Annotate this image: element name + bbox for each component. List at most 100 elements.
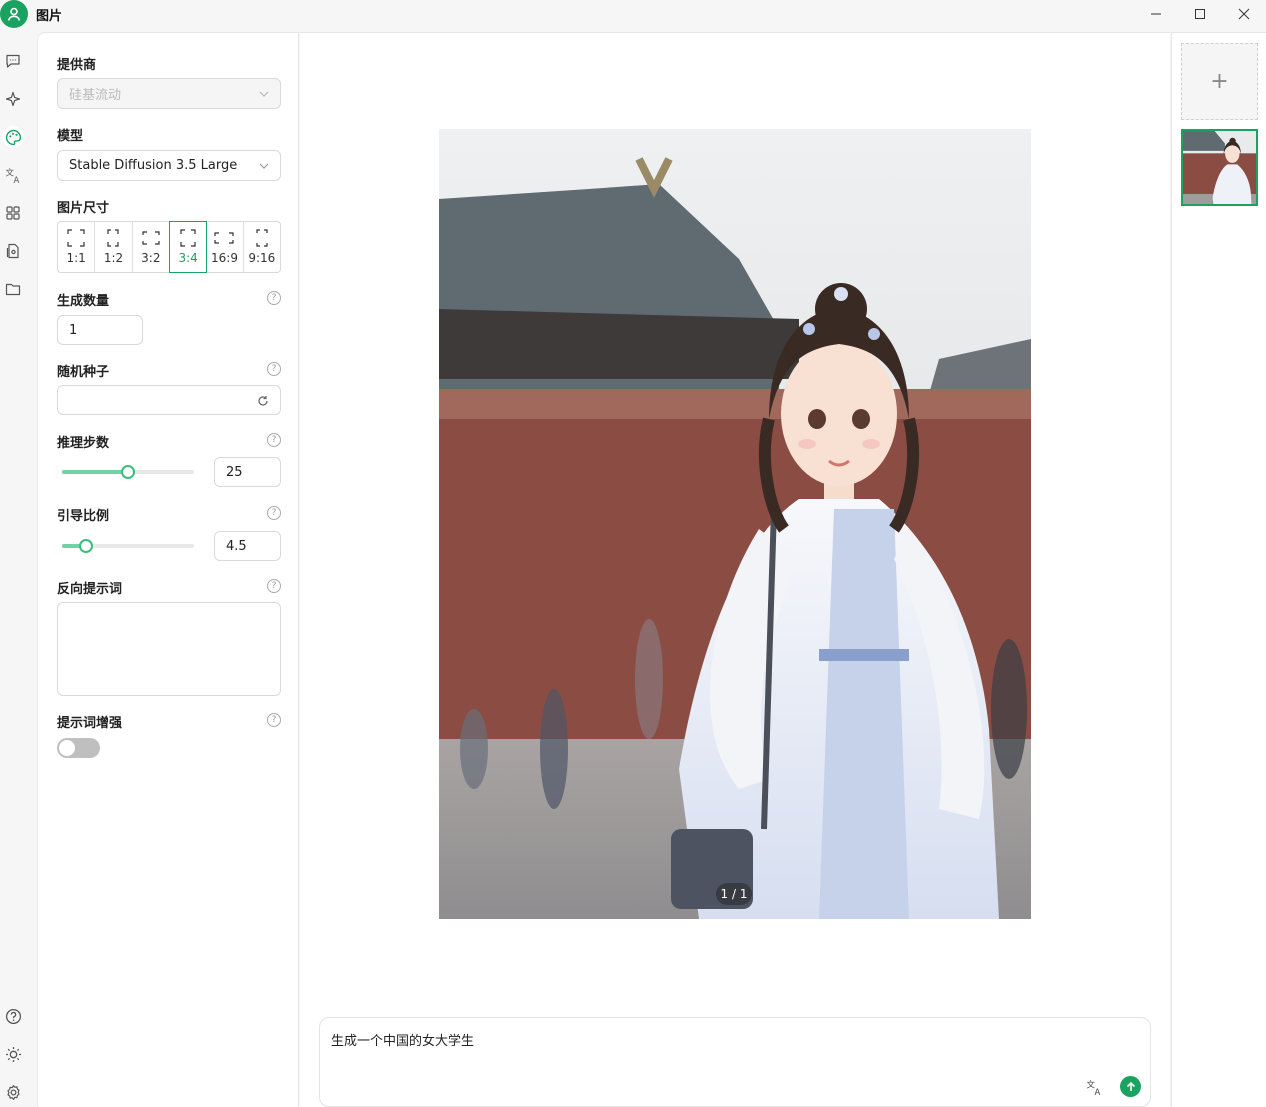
- minimize-button[interactable]: [1134, 0, 1178, 28]
- prompt-enhance-toggle[interactable]: [57, 738, 100, 758]
- refresh-icon[interactable]: [257, 395, 269, 407]
- size-option-3-2[interactable]: 3:2: [133, 222, 170, 272]
- navigation-rail: 文A: [0, 32, 36, 1107]
- close-button[interactable]: [1222, 0, 1266, 28]
- aspect-tall-icon: [107, 229, 120, 247]
- negative-prompt-textarea[interactable]: [57, 602, 281, 696]
- svg-text:A: A: [1094, 1087, 1100, 1095]
- size-label: 1:1: [66, 251, 86, 265]
- help-icon[interactable]: ?: [267, 433, 281, 447]
- palette-icon: [5, 129, 21, 145]
- translate-nav-button[interactable]: 文A: [2, 164, 24, 186]
- guidance-label: 引导比例: [57, 509, 110, 524]
- image-counter: 1 / 1: [716, 883, 752, 905]
- arrow-up-icon: [1126, 1081, 1135, 1091]
- steps-slider[interactable]: [62, 465, 194, 479]
- chat-nav-button[interactable]: [2, 50, 24, 72]
- help-icon[interactable]: ?: [267, 362, 281, 376]
- gear-icon: [6, 1084, 20, 1100]
- apps-nav-button[interactable]: [2, 202, 24, 224]
- guidance-input[interactable]: 4.5: [214, 531, 281, 561]
- steps-slider-thumb[interactable]: [121, 465, 135, 479]
- thumbnail-image: [1183, 131, 1256, 204]
- help-icon[interactable]: ?: [267, 291, 281, 305]
- aspect-square-icon: [67, 229, 85, 247]
- files-nav-button[interactable]: [2, 240, 24, 262]
- chevron-down-icon: [259, 91, 269, 97]
- size-label: 16:9: [211, 251, 238, 265]
- negative-prompt-label: 反向提示词: [57, 582, 123, 597]
- provider-label: 提供商: [57, 58, 97, 73]
- close-icon: [1238, 8, 1250, 20]
- size-label: 1:2: [103, 251, 124, 265]
- size-option-3-4[interactable]: 3:4: [168, 221, 208, 273]
- aspect-wide-icon: [142, 231, 160, 245]
- image-nav-button[interactable]: [2, 126, 24, 148]
- steps-input[interactable]: 25: [214, 457, 281, 487]
- document-icon: [6, 243, 19, 259]
- grid-icon: [6, 206, 20, 220]
- image-preview-area: 1 / 1 生成一个中国的女大学生 文A: [300, 32, 1170, 1107]
- add-image-button[interactable]: +: [1181, 43, 1258, 120]
- aspect-landscape-icon: [214, 232, 235, 244]
- prompt-text[interactable]: 生成一个中国的女大学生: [331, 1030, 474, 1049]
- size-option-1-1[interactable]: 1:1: [58, 222, 96, 272]
- sparkle-icon: [5, 91, 21, 107]
- svg-text:A: A: [13, 175, 19, 183]
- history-thumbnail[interactable]: [1181, 129, 1258, 206]
- seed-label: 随机种子: [57, 365, 110, 380]
- generated-image-illustration: [439, 129, 1031, 919]
- steps-label: 推理步数: [57, 436, 110, 451]
- minimize-icon: [1151, 13, 1161, 15]
- guidance-slider-thumb[interactable]: [78, 539, 93, 553]
- translate-icon: 文A: [1086, 1079, 1100, 1096]
- folder-nav-button[interactable]: [2, 278, 24, 300]
- sun-icon: [5, 1046, 21, 1062]
- chevron-down-icon: [259, 163, 269, 169]
- seed-input[interactable]: [57, 385, 281, 415]
- theme-nav-button[interactable]: [2, 1043, 24, 1065]
- help-icon: [5, 1008, 21, 1024]
- image-history-panel: +: [1171, 32, 1266, 1107]
- image-size-selector: 1:1 1:2 3:2 3:4 16:9 9:16: [57, 221, 281, 273]
- size-label: 3:4: [178, 251, 198, 265]
- title-bar: 图片: [0, 0, 1266, 28]
- image-size-label: 图片尺寸: [57, 201, 110, 216]
- help-icon[interactable]: ?: [267, 713, 281, 727]
- help-nav-button[interactable]: [2, 1005, 24, 1027]
- aspect-vertical-icon: [256, 229, 268, 247]
- prompt-input-box[interactable]: 生成一个中国的女大学生 文A: [319, 1017, 1151, 1107]
- provider-select[interactable]: 硅基流动: [57, 78, 281, 109]
- size-option-9-16[interactable]: 9:16: [244, 222, 280, 272]
- size-label: 9:16: [248, 251, 276, 265]
- help-icon[interactable]: ?: [267, 506, 281, 520]
- model-label: 模型: [57, 129, 84, 144]
- agents-nav-button[interactable]: [2, 88, 24, 110]
- image-settings-panel: 提供商 硅基流动 模型 Stable Diffusion 3.5 Large 图…: [37, 32, 299, 1107]
- size-option-16-9[interactable]: 16:9: [206, 222, 244, 272]
- translate-icon: 文A: [5, 167, 19, 184]
- size-option-1-2[interactable]: 1:2: [95, 222, 133, 272]
- aspect-portrait-icon: [180, 229, 196, 247]
- settings-nav-button[interactable]: [2, 1081, 24, 1103]
- maximize-button[interactable]: [1178, 0, 1222, 28]
- count-input[interactable]: 1: [57, 315, 143, 345]
- size-label: 3:2: [141, 251, 161, 265]
- guidance-slider[interactable]: [62, 539, 194, 553]
- user-icon: [7, 7, 21, 21]
- chat-icon: [6, 54, 20, 68]
- count-label: 生成数量: [57, 294, 110, 309]
- folder-icon: [5, 283, 21, 296]
- maximize-icon: [1195, 9, 1205, 19]
- model-select[interactable]: Stable Diffusion 3.5 Large: [57, 150, 281, 181]
- send-button[interactable]: [1120, 1076, 1141, 1097]
- help-icon[interactable]: ?: [267, 579, 281, 593]
- provider-value: 硅基流动: [69, 88, 122, 103]
- user-avatar[interactable]: [0, 0, 28, 28]
- prompt-enhance-label: 提示词增强: [57, 716, 123, 731]
- steps-slider-fill: [62, 470, 128, 474]
- window-title: 图片: [36, 9, 63, 24]
- toggle-knob: [59, 740, 75, 756]
- translate-button[interactable]: 文A: [1083, 1076, 1105, 1098]
- generated-image[interactable]: [439, 129, 1031, 919]
